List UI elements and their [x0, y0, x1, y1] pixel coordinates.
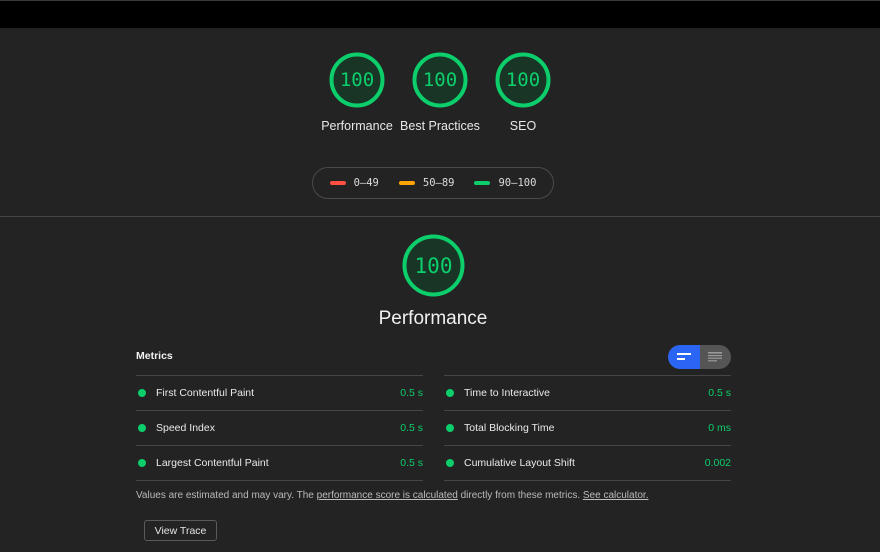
- top-bar: [0, 0, 880, 28]
- note-text-1: Values are estimated and may vary. The: [136, 490, 317, 501]
- metric-first-contentful-paint: First Contentful Paint 0.5 s: [136, 375, 423, 410]
- metric-total-blocking-time: Total Blocking Time 0 ms: [444, 410, 731, 445]
- pass-dot-icon: [138, 459, 146, 467]
- gauge-ring: 100: [412, 52, 468, 108]
- legend-pass-swatch: [474, 181, 491, 185]
- metric-name: Largest Contentful Paint: [156, 457, 269, 469]
- gauge-score: 100: [339, 69, 375, 91]
- metric-cumulative-layout-shift: Cumulative Layout Shift 0.002: [444, 445, 731, 481]
- performance-title: Performance: [378, 308, 488, 329]
- legend-average-swatch: [398, 181, 415, 185]
- metric-value: 0.002: [704, 457, 731, 469]
- performance-gauge: 100: [402, 234, 465, 297]
- gauge-best-practices[interactable]: 100 Best Practices: [400, 52, 480, 135]
- pass-dot-icon: [138, 424, 146, 432]
- metric-largest-contentful-paint: Largest Contentful Paint 0.5 s: [136, 445, 423, 481]
- note-text-2: directly from these metrics.: [457, 490, 583, 501]
- metric-value: 0.5 s: [400, 422, 423, 434]
- legend-fail: 0–49: [329, 177, 379, 189]
- metric-name: First Contentful Paint: [156, 387, 255, 399]
- performance-score: 100: [414, 253, 453, 278]
- expanded-list-icon: [708, 352, 723, 362]
- legend-pass-range: 90–100: [498, 177, 537, 189]
- gauge-score: 100: [505, 69, 541, 91]
- metric-value: 0.5 s: [400, 387, 423, 399]
- pass-dot-icon: [446, 389, 454, 397]
- legend-fail-range: 0–49: [353, 177, 379, 189]
- gauge-score: 100: [422, 69, 458, 91]
- pass-dot-icon: [138, 389, 146, 397]
- score-calculation-link[interactable]: performance score is calculated: [317, 490, 458, 501]
- metric-name: Cumulative Layout Shift: [464, 457, 575, 469]
- gauge-ring: 100: [329, 52, 385, 108]
- section-divider: [0, 216, 880, 217]
- metric-name: Speed Index: [156, 422, 215, 434]
- legend-pass: 90–100: [474, 177, 536, 189]
- metric-value: 0.5 s: [708, 387, 731, 399]
- metric-name: Total Blocking Time: [464, 422, 555, 434]
- metric-value: 0 ms: [708, 422, 731, 434]
- legend-fail-swatch: [329, 181, 346, 185]
- pass-dot-icon: [446, 424, 454, 432]
- expanded-view-button[interactable]: [700, 345, 732, 369]
- metric-speed-index: Speed Index 0.5 s: [136, 410, 423, 445]
- compact-list-icon: [676, 353, 691, 360]
- score-scale-legend: 0–49 50–89 90–100: [312, 167, 554, 199]
- legend-average-range: 50–89: [422, 177, 455, 189]
- compact-view-button[interactable]: [668, 345, 700, 369]
- calculator-link[interactable]: See calculator.: [583, 490, 649, 501]
- legend-average: 50–89: [398, 177, 455, 189]
- metric-value: 0.5 s: [400, 457, 423, 469]
- metrics-view-toggle[interactable]: [668, 345, 731, 369]
- metrics-header: Metrics: [136, 350, 173, 362]
- metrics-right-column: Time to Interactive 0.5 s Total Blocking…: [444, 375, 731, 481]
- metric-time-to-interactive: Time to Interactive 0.5 s: [444, 375, 731, 410]
- category-gauges: 100 Performance 100 Best Practices 100 S…: [0, 52, 880, 135]
- metric-name: Time to Interactive: [464, 387, 550, 399]
- gauge-ring: 100: [495, 52, 551, 108]
- gauge-seo[interactable]: 100 SEO: [495, 52, 551, 135]
- pass-dot-icon: [446, 459, 454, 467]
- gauge-label: SEO: [509, 119, 537, 133]
- view-trace-button[interactable]: View Trace: [144, 520, 217, 541]
- gauge-performance[interactable]: 100 Performance: [321, 52, 393, 135]
- metrics-left-column: First Contentful Paint 0.5 s Speed Index…: [136, 375, 423, 481]
- metrics-disclaimer: Values are estimated and may vary. The p…: [136, 490, 648, 501]
